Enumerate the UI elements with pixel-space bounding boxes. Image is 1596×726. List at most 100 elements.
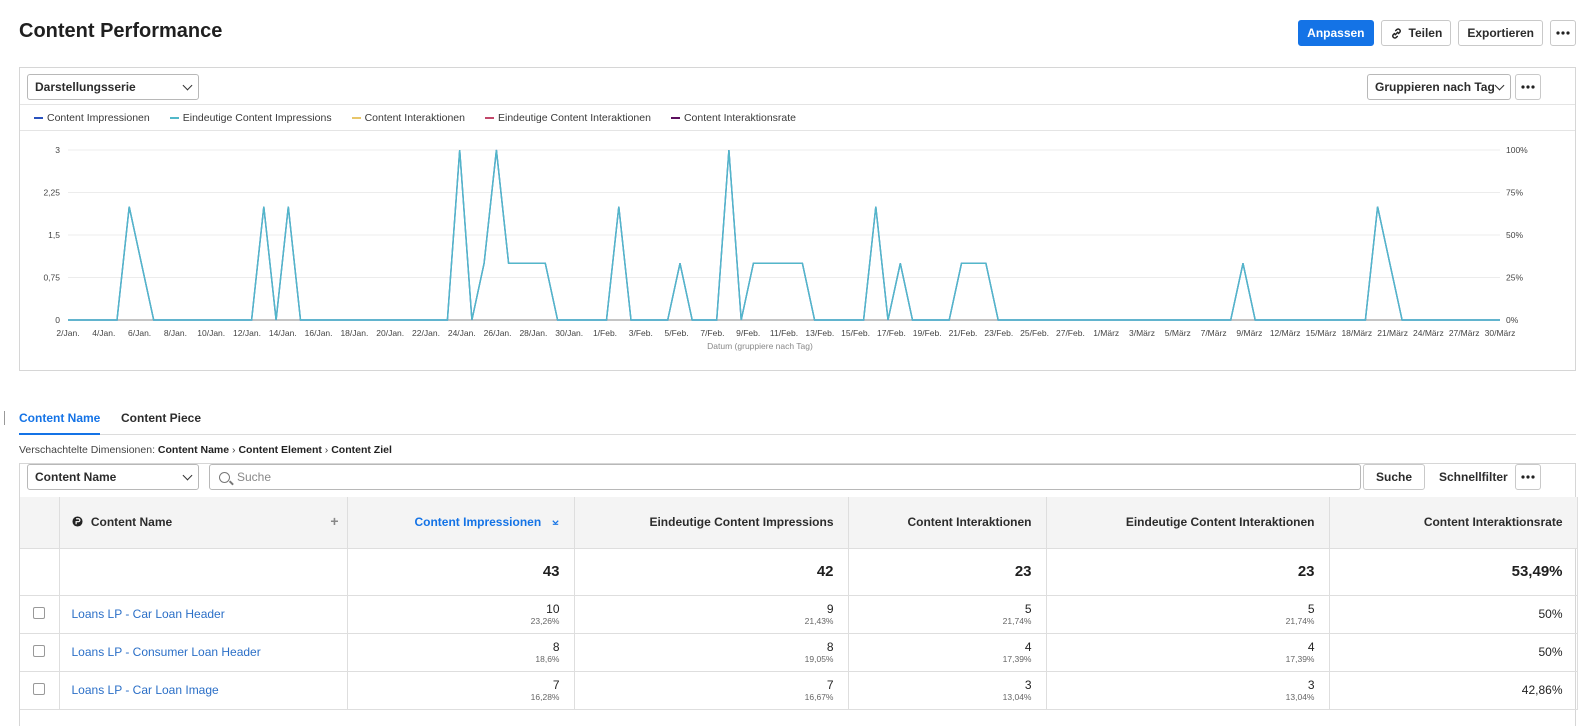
header-unique-impressions[interactable]: Eindeutige Content Impressions: [574, 497, 849, 549]
y-tick-label: 0: [55, 315, 60, 325]
x-tick-label: 20/Jan.: [376, 328, 404, 338]
table-header-row: Content Name + Content Impressionen Eind…: [20, 497, 1578, 549]
row-checkbox[interactable]: [33, 682, 46, 695]
group-select[interactable]: Gruppieren nach Tag: [1367, 74, 1511, 100]
x-tick-label: 5/März: [1165, 328, 1191, 338]
cell-percent: 18,6%: [535, 653, 560, 664]
header-actions: Anpassen Teilen Exportieren: [1298, 20, 1576, 46]
total-value: 23: [1046, 548, 1330, 596]
legend-item[interactable]: Content Interaktionsrate: [670, 111, 797, 124]
search-button[interactable]: Suche: [1363, 464, 1425, 490]
row-checkbox[interactable]: [33, 606, 46, 619]
more-icon: [1521, 475, 1535, 479]
x-tick-label: 9/März: [1236, 328, 1262, 338]
dimension-select[interactable]: Content Name: [27, 464, 199, 490]
cell-percent: 23,26%: [530, 615, 560, 626]
cell-value: 7: [826, 677, 834, 692]
breadcrumb-item[interactable]: Content Name: [158, 444, 229, 456]
legend-item[interactable]: Content Interaktionen: [351, 112, 465, 124]
x-tick-label: 15/März: [1306, 328, 1337, 338]
header-unique-interactions[interactable]: Eindeutige Content Interaktionen: [1046, 497, 1330, 549]
x-tick-label: 27/Feb.: [1056, 328, 1085, 338]
legend-item[interactable]: Eindeutige Content Interaktionen: [484, 112, 651, 124]
header-content-impressions[interactable]: Content Impressionen: [347, 497, 575, 549]
row-checkbox-cell: [20, 633, 60, 672]
y2-tick-label: 100%: [1506, 145, 1528, 155]
legend-swatch: [169, 116, 179, 119]
cell-value: 8: [826, 639, 834, 654]
table-row[interactable]: Loans LP - Car Loan Header 10 23,26% 9 21,…: [20, 595, 1578, 634]
chart-more-button[interactable]: [1515, 74, 1541, 100]
y-tick-label: 2,25: [43, 188, 60, 198]
header-checkbox-cell: [20, 497, 60, 549]
search-input[interactable]: [237, 470, 1337, 484]
cell-percent: 19,05%: [804, 653, 834, 664]
table-more-button[interactable]: [1515, 464, 1541, 490]
row-name[interactable]: Loans LP - Consumer Loan Header: [59, 633, 348, 672]
header-interaction-rate[interactable]: Content Interaktionsrate: [1329, 497, 1578, 549]
cell-value: 42,86%: [1521, 682, 1563, 697]
x-tick-label: 10/Jan.: [197, 328, 225, 338]
legend-swatch: [351, 116, 361, 119]
data-table: Content Name + Content Impressionen Eind…: [20, 497, 1578, 710]
legend-swatch: [670, 116, 680, 119]
search-icon: [219, 471, 230, 483]
legend-item[interactable]: Eindeutige Content Impressions: [169, 111, 332, 124]
x-tick-label: 23/Feb.: [984, 328, 1013, 338]
x-tick-label: 1/Feb.: [593, 328, 617, 338]
chevron-down-icon: [182, 80, 193, 90]
x-tick-label: 1/März: [1093, 328, 1119, 338]
x-tick-label: 9/Feb.: [736, 328, 760, 338]
x-tick-label: 13/Feb.: [805, 328, 834, 338]
share-button[interactable]: Teilen: [1380, 20, 1452, 46]
table-row[interactable]: Loans LP - Consumer Loan Header 8 18,6% 8…: [20, 633, 1578, 672]
sort-desc-icon[interactable]: [551, 518, 560, 527]
cell: 3 13,04%: [848, 671, 1047, 710]
cell-value: 7: [552, 677, 560, 692]
header-content-name[interactable]: Content Name +: [59, 497, 348, 549]
breadcrumb-item[interactable]: Content Element: [238, 444, 321, 456]
legend-item[interactable]: Content Impressionen: [34, 112, 150, 124]
cell: 9 21,43%: [574, 595, 849, 634]
x-tick-label: 14/Jan.: [269, 328, 297, 338]
x-tick-label: 25/Feb.: [1020, 328, 1049, 338]
cell-percent: 13,04%: [1002, 691, 1032, 702]
row-name[interactable]: Loans LP - Car Loan Header: [59, 595, 348, 634]
x-tick-label: 17/Feb.: [877, 328, 906, 338]
cell: 50%: [1329, 633, 1578, 672]
x-tick-label: 3/Feb.: [629, 328, 653, 338]
header-interactions[interactable]: Content Interaktionen: [848, 497, 1047, 549]
chevron-down-icon: [182, 470, 193, 480]
table-row[interactable]: Loans LP - Car Loan Image 7 16,28% 7 16,67…: [20, 671, 1578, 710]
tab-bar: Content Name Content Piece: [19, 409, 1576, 435]
cell-percent: 21,74%: [1002, 615, 1032, 626]
group-select-value: Gruppieren nach Tag: [1375, 80, 1495, 94]
add-icon[interactable]: +: [330, 513, 338, 529]
x-tick-label: 30/März: [1485, 328, 1516, 338]
more-button[interactable]: [1550, 20, 1576, 46]
legend-label: Content Interaktionsrate: [683, 111, 797, 124]
tab-content-piece[interactable]: Content Piece: [121, 411, 201, 435]
dimension-select-value: Content Name: [35, 470, 117, 484]
tab-content-name[interactable]: Content Name: [19, 411, 101, 435]
breadcrumb-item[interactable]: Content Ziel: [331, 444, 392, 456]
row-checkbox-cell: [20, 671, 60, 710]
row-name[interactable]: Loans LP - Car Loan Image: [59, 671, 348, 710]
customize-button[interactable]: Anpassen: [1298, 20, 1374, 46]
chart-legend: Content Impressionen Eindeutige Content …: [20, 104, 1575, 131]
series-select[interactable]: Darstellungsserie: [27, 74, 199, 100]
quickfilter-button[interactable]: Schnellfilter: [1439, 470, 1508, 484]
cell: 4 17,39%: [1046, 633, 1330, 672]
breadcrumb-separator: ›: [324, 444, 329, 456]
cell-percent: 21,43%: [804, 615, 834, 626]
legend-label: Eindeutige Content Impressions: [182, 111, 332, 124]
cell-value: 4: [1024, 639, 1032, 654]
x-tick-label: 30/Jan.: [555, 328, 583, 338]
x-tick-label: 12/März: [1270, 328, 1301, 338]
total-value: 42: [574, 548, 849, 596]
row-checkbox[interactable]: [33, 644, 46, 657]
x-tick-label: 18/Jan.: [340, 328, 368, 338]
cell-value: 3: [1024, 677, 1032, 692]
export-button[interactable]: Exportieren: [1458, 20, 1543, 46]
table-panel: Content Name Suche Schnellfilter Content…: [19, 463, 1578, 726]
